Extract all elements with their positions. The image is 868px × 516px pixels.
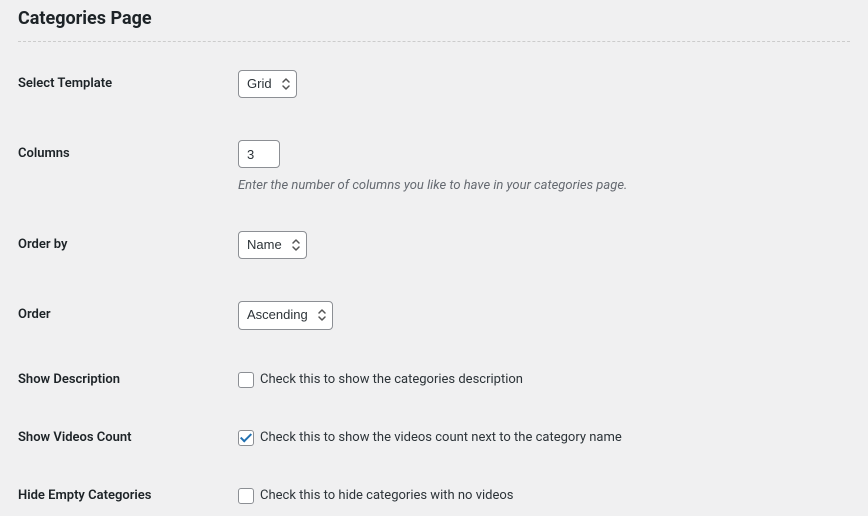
field-row-orderby: Order by Name [18,231,850,259]
orderby-label: Order by [18,231,238,252]
orderby-select-wrapper: Name [238,231,307,259]
columns-input[interactable] [238,140,280,168]
template-control: Grid [238,70,850,98]
field-row-template: Select Template Grid [18,70,850,98]
orderby-control: Name [238,231,850,259]
field-row-order: Order Ascending [18,301,850,329]
show-videos-count-checkbox-label: Check this to show the videos count next… [260,430,622,445]
columns-label: Columns [18,140,238,161]
hide-empty-control: Check this to hide categories with no vi… [238,488,850,504]
show-description-label: Show Description [18,372,238,387]
show-description-checkbox[interactable] [238,372,254,388]
hide-empty-checkbox-label: Check this to hide categories with no vi… [260,488,514,503]
field-row-show-description: Show Description Check this to show the … [18,372,850,388]
order-control: Ascending [238,301,850,329]
show-videos-count-label: Show Videos Count [18,430,238,445]
order-label: Order [18,301,238,322]
field-row-hide-empty: Hide Empty Categories Check this to hide… [18,488,850,504]
order-select[interactable]: Ascending [238,301,333,329]
section-title: Categories Page [18,8,850,42]
field-row-show-videos-count: Show Videos Count Check this to show the… [18,430,850,446]
show-videos-count-checkbox[interactable] [238,430,254,446]
field-row-columns: Columns Enter the number of columns you … [18,140,850,193]
template-label: Select Template [18,70,238,91]
template-select-wrapper: Grid [238,70,297,98]
columns-control: Enter the number of columns you like to … [238,140,850,193]
show-description-checkbox-label: Check this to show the categories descri… [260,372,523,387]
orderby-select[interactable]: Name [238,231,307,259]
columns-help-text: Enter the number of columns you like to … [238,178,850,193]
hide-empty-label: Hide Empty Categories [18,488,238,503]
hide-empty-checkbox[interactable] [238,488,254,504]
order-select-wrapper: Ascending [238,301,333,329]
show-description-control: Check this to show the categories descri… [238,372,850,388]
template-select[interactable]: Grid [238,70,297,98]
show-videos-count-control: Check this to show the videos count next… [238,430,850,446]
